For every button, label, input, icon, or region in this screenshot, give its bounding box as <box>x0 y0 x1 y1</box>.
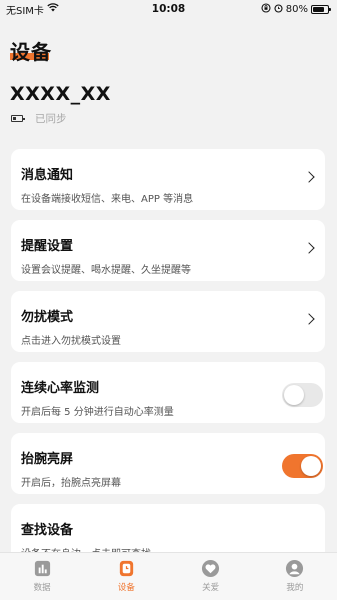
tab-care[interactable]: 关爱 <box>169 553 253 600</box>
battery-icon <box>311 4 331 14</box>
status-bar: 无SIM卡 10:08 80% <box>0 0 337 18</box>
tab-data[interactable]: 数据 <box>0 553 84 600</box>
data-icon <box>34 560 50 577</box>
settings-list: 消息通知 在设备端接收短信、来电、APP 等消息 提醒设置 设置会议提醒、喝水提… <box>11 149 325 575</box>
orientation-lock-icon <box>261 2 271 16</box>
card-heart-rate-monitoring: 连续心率监测 开启后每 5 分钟进行自动心率测量 <box>11 362 325 423</box>
profile-icon <box>286 559 304 578</box>
toggle-knob <box>301 456 321 476</box>
carrier-label: 无SIM卡 <box>6 5 44 17</box>
toggle-knob <box>284 385 304 405</box>
wifi-icon <box>47 3 59 15</box>
card-subtitle: 设置会议提醒、喝水提醒、久坐提醒等 <box>21 265 191 276</box>
watch-icon <box>119 560 134 577</box>
page-title: 设备 <box>10 40 52 64</box>
card-title: 查找设备 <box>21 523 74 538</box>
card-raise-to-wake: 抬腕亮屏 开启后，抬腕点亮屏幕 <box>11 433 325 494</box>
tab-profile[interactable]: 我的 <box>253 553 337 600</box>
card-title: 抬腕亮屏 <box>21 452 74 467</box>
card-reminder-settings[interactable]: 提醒设置 设置会议提醒、喝水提醒、久坐提醒等 <box>11 220 325 281</box>
alarm-icon <box>274 3 283 16</box>
card-subtitle: 开启后每 5 分钟进行自动心率测量 <box>21 407 174 418</box>
card-title: 提醒设置 <box>21 239 74 254</box>
card-title: 勿扰模式 <box>21 310 74 325</box>
card-title: 消息通知 <box>21 168 74 183</box>
tab-label: 数据 <box>33 583 51 593</box>
battery-percent: 80% <box>285 3 308 15</box>
raise-to-wake-toggle[interactable] <box>282 454 323 478</box>
device-battery-icon <box>11 115 25 122</box>
sync-status-row: 已同步 <box>11 111 67 126</box>
card-do-not-disturb[interactable]: 勿扰模式 点击进入勿扰模式设置 <box>11 291 325 352</box>
sync-status: 已同步 <box>35 113 67 125</box>
heart-icon <box>202 559 220 578</box>
tab-bar: 数据 设备 关爱 我的 <box>0 552 337 600</box>
device-name: XXXX_XX <box>10 83 111 105</box>
card-subtitle: 开启后，抬腕点亮屏幕 <box>21 478 121 489</box>
card-title: 连续心率监测 <box>21 381 100 396</box>
card-subtitle: 点击进入勿扰模式设置 <box>21 336 121 347</box>
heart-rate-toggle[interactable] <box>282 383 323 407</box>
tab-device[interactable]: 设备 <box>84 553 168 600</box>
card-subtitle: 在设备端接收短信、来电、APP 等消息 <box>21 194 194 205</box>
card-message-notification[interactable]: 消息通知 在设备端接收短信、来电、APP 等消息 <box>11 149 325 210</box>
tab-label: 关爱 <box>202 583 220 593</box>
tab-label: 设备 <box>117 583 135 593</box>
tab-label: 我的 <box>286 583 304 593</box>
